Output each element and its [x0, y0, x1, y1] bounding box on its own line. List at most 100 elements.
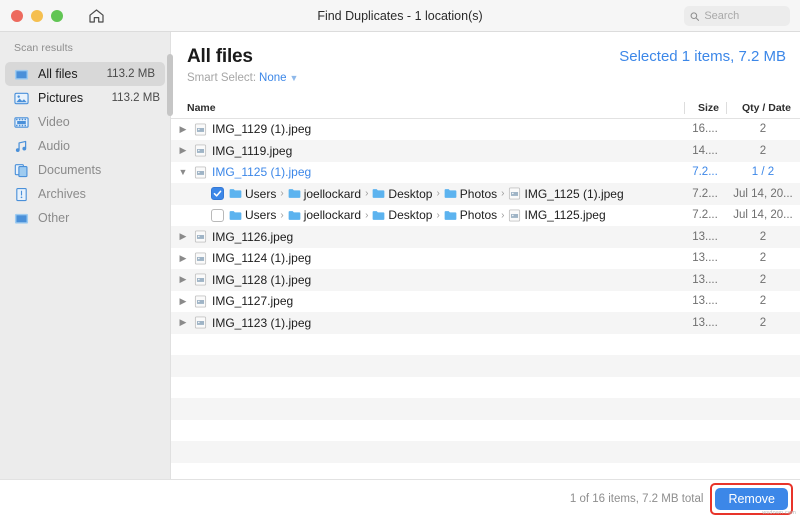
file-size: 13....	[692, 316, 718, 329]
folder-icon	[288, 210, 301, 220]
path-segment-label: joellockard	[303, 186, 362, 201]
remove-button[interactable]: Remove	[715, 487, 788, 510]
path-separator-icon: ›	[365, 209, 369, 221]
table-row[interactable]: ▼ IMG_1125 (1).jpeg 7.2... 1 / 2	[171, 162, 800, 184]
file-name: IMG_1125 (1).jpeg	[524, 186, 624, 201]
title-bar: Find Duplicates - 1 location(s)	[0, 0, 800, 32]
file-qty-date: Jul 14, 20...	[733, 187, 793, 200]
home-button[interactable]	[85, 5, 107, 27]
sidebar-item-pictures[interactable]: Pictures 113.2 MB	[0, 86, 170, 110]
file-size: 13....	[692, 273, 718, 286]
path-separator-icon: ›	[501, 209, 505, 221]
disclosure-collapsed-icon[interactable]: ▶	[177, 146, 189, 155]
sidebar-item-archives[interactable]: Archives	[0, 182, 170, 206]
picture-icon	[14, 92, 29, 104]
path-segment: Users	[229, 208, 276, 222]
window-title: Find Duplicates - 1 location(s)	[317, 8, 483, 23]
maximize-button[interactable]	[51, 9, 63, 22]
sidebar-item-audio[interactable]: Audio	[0, 134, 170, 158]
disclosure-collapsed-icon[interactable]: ▶	[177, 124, 189, 134]
main-panel: All files Selected 1 items, 7.2 MB Smart…	[170, 32, 800, 479]
file-size: 13....	[692, 252, 718, 265]
empty-row	[171, 463, 800, 479]
sidebar-item-label: Archives	[38, 187, 86, 201]
disclosure-collapsed-icon[interactable]: ▶	[177, 296, 189, 306]
sidebar-item-label: Audio	[38, 139, 70, 153]
empty-row	[171, 441, 800, 463]
search-input[interactable]	[704, 10, 784, 22]
disclosure-expanded-icon[interactable]: ▼	[177, 167, 189, 177]
table-row[interactable]: ▶ IMG_1123 (1).jpeg 13.... 2	[171, 312, 800, 334]
smart-select-value[interactable]: None	[259, 72, 287, 84]
path-segment: Users	[229, 187, 276, 201]
table-row[interactable]: ▶ IMG_1124 (1).jpeg 13.... 2	[171, 248, 800, 270]
file-qty-date: 2	[759, 316, 767, 329]
file-size: 7.2...	[692, 209, 718, 222]
row-checkbox[interactable]	[211, 208, 224, 222]
image-file-icon	[194, 166, 207, 179]
close-button[interactable]	[11, 9, 23, 22]
sidebar-item-video[interactable]: Video	[0, 110, 170, 134]
sidebar-item-label: Documents	[38, 163, 102, 177]
window-body: Scan results All files 113.2 MB Pictures 1…	[0, 32, 800, 479]
check-icon	[213, 190, 222, 197]
image-file-icon	[194, 295, 207, 308]
table-body: ▶ IMG_1129 (1).jpeg 16.... 2 ▶ IMG_1119.jpe…	[171, 119, 800, 479]
remove-button-wrapper: Remove	[710, 482, 793, 515]
column-header-name[interactable]: Name	[187, 102, 684, 114]
sidebar-item-all-files[interactable]: All files 113.2 MB	[5, 62, 165, 86]
disclosure-collapsed-icon[interactable]: ▶	[177, 318, 189, 327]
table-row[interactable]: ▶ IMG_1129 (1).jpeg 16.... 2	[171, 119, 800, 141]
smart-select-label: Smart Select:	[187, 72, 257, 84]
other-icon	[14, 213, 29, 224]
row-checkbox[interactable]	[211, 187, 224, 201]
column-header-size[interactable]: Size	[684, 101, 726, 114]
smart-select-row[interactable]: Smart Select: None ▼	[187, 72, 786, 84]
path-segment-label: Photos	[459, 186, 498, 201]
chevron-down-icon[interactable]: ▼	[290, 73, 299, 83]
sidebar-item-label: Other	[38, 211, 70, 225]
path-segment: Photos	[444, 208, 497, 222]
minimize-button[interactable]	[31, 9, 43, 22]
sidebar-item-other[interactable]: Other	[0, 206, 170, 230]
sidebar-item-label: All files	[38, 67, 78, 81]
file-qty-date: Jul 14, 20...	[733, 209, 793, 222]
path-segment-label: Desktop	[388, 208, 433, 223]
column-header-qty[interactable]: Qty / Date	[726, 101, 800, 114]
home-icon	[88, 8, 104, 23]
table-row[interactable]: Users › joellockard › Desktop › Photos › IMG_11…	[171, 205, 800, 227]
image-file-icon	[194, 316, 207, 329]
file-name: IMG_1125.jpeg	[524, 208, 606, 223]
file-size: 7.2...	[692, 166, 718, 179]
file-name: IMG_1119.jpeg	[212, 143, 293, 158]
disclosure-collapsed-icon[interactable]: ▶	[177, 232, 189, 241]
search-box[interactable]	[684, 6, 790, 26]
file-name: IMG_1126.jpeg	[212, 229, 294, 244]
file-name: IMG_1129 (1).jpeg	[212, 122, 312, 137]
sidebar-title: Scan results	[14, 42, 73, 54]
page-title: All files	[187, 46, 253, 67]
table-row[interactable]: Users › joellockard › Desktop › Photos › IMG_11…	[171, 183, 800, 205]
table-row[interactable]: ▶ IMG_1119.jpeg 14.... 2	[171, 140, 800, 162]
file-qty-date: 2	[759, 273, 767, 286]
sidebar-item-size: 113.2 MB	[111, 92, 160, 104]
path-separator-icon: ›	[280, 188, 284, 200]
disclosure-collapsed-icon[interactable]: ▶	[177, 253, 189, 263]
main-header: All files Selected 1 items, 7.2 MB Smart…	[171, 32, 800, 84]
path-separator-icon: ›	[280, 209, 284, 221]
sidebar-scrollbar[interactable]	[167, 54, 173, 116]
sidebar-item-documents[interactable]: Documents	[0, 158, 170, 182]
path-segment-label: joellockard	[303, 208, 362, 223]
disclosure-collapsed-icon[interactable]: ▶	[177, 275, 189, 284]
path-segment-label: Desktop	[388, 186, 433, 201]
find-duplicates-window: Find Duplicates - 1 location(s) Scan res…	[0, 0, 800, 517]
table-row[interactable]: ▶ IMG_1128 (1).jpeg 13.... 2	[171, 269, 800, 291]
empty-row	[171, 334, 800, 356]
table-row[interactable]: ▶ IMG_1126.jpeg 13.... 2	[171, 226, 800, 248]
file-size: 14....	[692, 144, 718, 157]
table-row[interactable]: ▶ IMG_1127.jpeg 13.... 2	[171, 291, 800, 313]
image-file-icon	[194, 230, 207, 243]
image-file-icon	[194, 123, 207, 136]
image-file-icon	[509, 209, 521, 222]
search-icon	[690, 11, 700, 21]
